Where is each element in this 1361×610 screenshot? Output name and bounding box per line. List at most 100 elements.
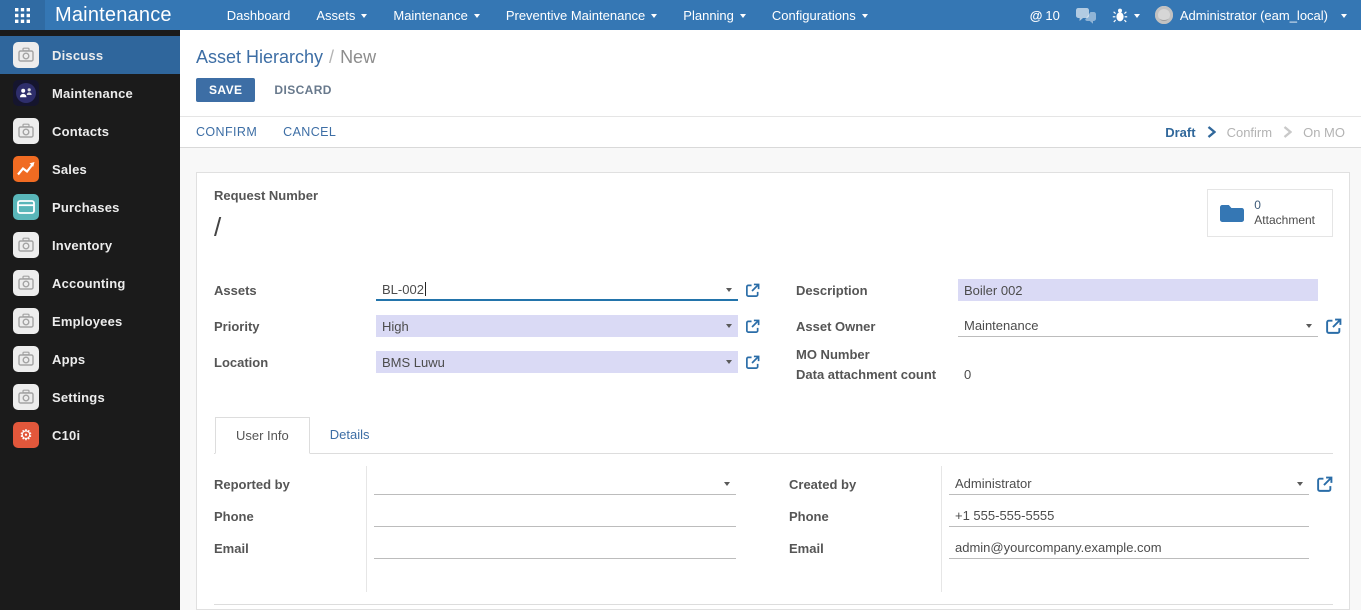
priority-select[interactable]: High [376,315,738,337]
attachment-label: Attachment [1254,213,1315,227]
tab-details[interactable]: Details [310,417,390,453]
sidebar-item-contacts[interactable]: Contacts [0,112,180,150]
asset-owner-internal-link-icon[interactable] [1325,318,1342,335]
stage-pipeline: Draft Confirm On MO [1165,125,1345,140]
folder-icon [1220,204,1245,222]
apps-sidebar: Discuss Maintenance Contacts Sales Purch… [0,30,180,610]
email-right-input[interactable]: admin@yourcompany.example.com [949,537,1309,559]
dropdown-caret-icon[interactable] [726,288,732,292]
menu-maintenance[interactable]: Maintenance [380,0,492,30]
sidebar-item-employees[interactable]: Employees [0,302,180,340]
menu-label: Planning [683,7,734,23]
sales-app-icon [13,156,39,182]
avatar [1154,6,1173,24]
mentions-badge[interactable]: @ 10 [1030,8,1060,23]
sidebar-item-settings[interactable]: Settings [0,378,180,416]
assets-input[interactable]: BL-002 [376,279,738,301]
request-number-value: / [214,212,222,242]
record-actions: SAVE DISCARD [180,68,1361,116]
stage-confirm[interactable]: Confirm [1227,125,1273,140]
created-by-internal-link-icon[interactable] [1316,476,1333,493]
menu-preventive-maintenance[interactable]: Preventive Maintenance [493,0,670,30]
confirm-button[interactable]: CONFIRM [196,125,257,139]
breadcrumb-parent-link[interactable]: Asset Hierarchy [196,47,323,67]
attachment-count: 0 [1254,198,1261,212]
messages-button[interactable] [1075,7,1097,24]
discard-button[interactable]: DISCARD [274,83,331,97]
email-input[interactable] [374,537,736,559]
sidebar-item-inventory[interactable]: Inventory [0,226,180,264]
asset-owner-select[interactable]: Maintenance [958,315,1318,337]
user-name: Administrator (eam_local) [1179,7,1328,23]
apps-menu-button[interactable] [0,0,45,30]
dropdown-caret-icon[interactable] [726,324,732,328]
chevron-down-icon [651,14,658,18]
phone-right-label: Phone [789,508,829,524]
email-right-value: admin@yourcompany.example.com [955,540,1162,555]
menu-label: Assets [316,7,356,23]
dropdown-caret-icon[interactable] [1306,324,1312,328]
reported-by-select[interactable] [374,473,736,495]
debug-menu-button[interactable] [1112,7,1140,23]
sidebar-item-purchases[interactable]: Purchases [0,188,180,226]
assets-internal-link-icon[interactable] [745,283,760,298]
user-info-left-group: Reported by Phone Email [214,466,753,592]
created-by-select[interactable]: Administrator [949,473,1309,495]
sidebar-item-apps[interactable]: Apps [0,340,180,378]
sidebar-item-label: Contacts [52,123,110,139]
menu-label: Dashboard [226,7,291,23]
menu-assets[interactable]: Assets [303,0,380,30]
top-navbar: Maintenance Dashboard Assets Maintenance… [0,0,1361,30]
app-title[interactable]: Maintenance [45,4,186,27]
description-input[interactable]: Boiler 002 [958,279,1318,301]
tab-user-info[interactable]: User Info [215,417,310,454]
stage-on-mo[interactable]: On MO [1303,125,1345,140]
dropdown-caret-icon[interactable] [1297,482,1303,486]
data-attachment-count-label: Data attachment count [796,366,937,382]
user-info-right-group: Created by Phone Email Administrator +1 … [789,466,1333,592]
menu-configurations[interactable]: Configurations [759,0,881,30]
menu-planning[interactable]: Planning [670,0,759,30]
created-by-label: Created by [789,476,857,492]
reported-by-label: Reported by [214,476,290,492]
grid-icon [15,7,30,23]
save-button[interactable]: SAVE [196,78,256,102]
request-number-label: Request Number [214,188,319,203]
request-number-block: Request Number / [214,188,318,243]
dropdown-caret-icon[interactable] [726,360,732,364]
main-panel: Asset Hierarchy / New SAVE DISCARD CONFIRM… [180,30,1361,610]
sidebar-item-maintenance[interactable]: Maintenance [0,74,180,112]
location-select[interactable]: BMS Luwu [376,351,738,373]
chat-bubbles-icon [1075,7,1096,24]
sidebar-item-label: Sales [52,161,87,177]
priority-value: High [382,318,409,334]
sidebar-item-label: Purchases [52,199,120,215]
menu-dashboard[interactable]: Dashboard [214,0,304,30]
sidebar-item-label: Inventory [52,237,113,253]
section-divider [214,604,1333,605]
phone-right-input[interactable]: +1 555-555-5555 [949,505,1309,527]
dropdown-caret-icon[interactable] [724,482,730,486]
priority-internal-link-icon[interactable] [745,319,760,334]
sidebar-item-sales[interactable]: Sales [0,150,180,188]
form-statusbar: CONFIRM CANCEL Draft Confirm On MO [180,116,1361,148]
app-window: Maintenance Dashboard Assets Maintenance… [0,0,1361,610]
chevron-down-icon [1133,14,1140,18]
maintenance-app-icon [13,80,39,106]
email-right-label: Email [789,540,824,556]
priority-label: Priority [214,318,260,334]
cancel-button[interactable]: CANCEL [283,125,336,139]
attachment-button[interactable]: 0 Attachment [1207,189,1333,237]
sidebar-item-c10i[interactable]: ⚙ C10i [0,416,180,454]
phone-input[interactable] [374,505,736,527]
topbar-systray: @ 10 Administrator (eam_local) [1030,0,1361,30]
chevron-right-icon [1283,126,1293,138]
location-internal-link-icon[interactable] [745,355,760,370]
form-sheet: Request Number / 0 Attachment Assets BL-… [196,172,1350,610]
sidebar-item-discuss[interactable]: Discuss [0,36,180,74]
sidebar-item-label: Employees [52,313,123,329]
stage-draft[interactable]: Draft [1165,125,1195,140]
sidebar-item-accounting[interactable]: Accounting [0,264,180,302]
location-value: BMS Luwu [382,354,445,370]
user-menu[interactable]: Administrator (eam_local) [1154,6,1347,24]
